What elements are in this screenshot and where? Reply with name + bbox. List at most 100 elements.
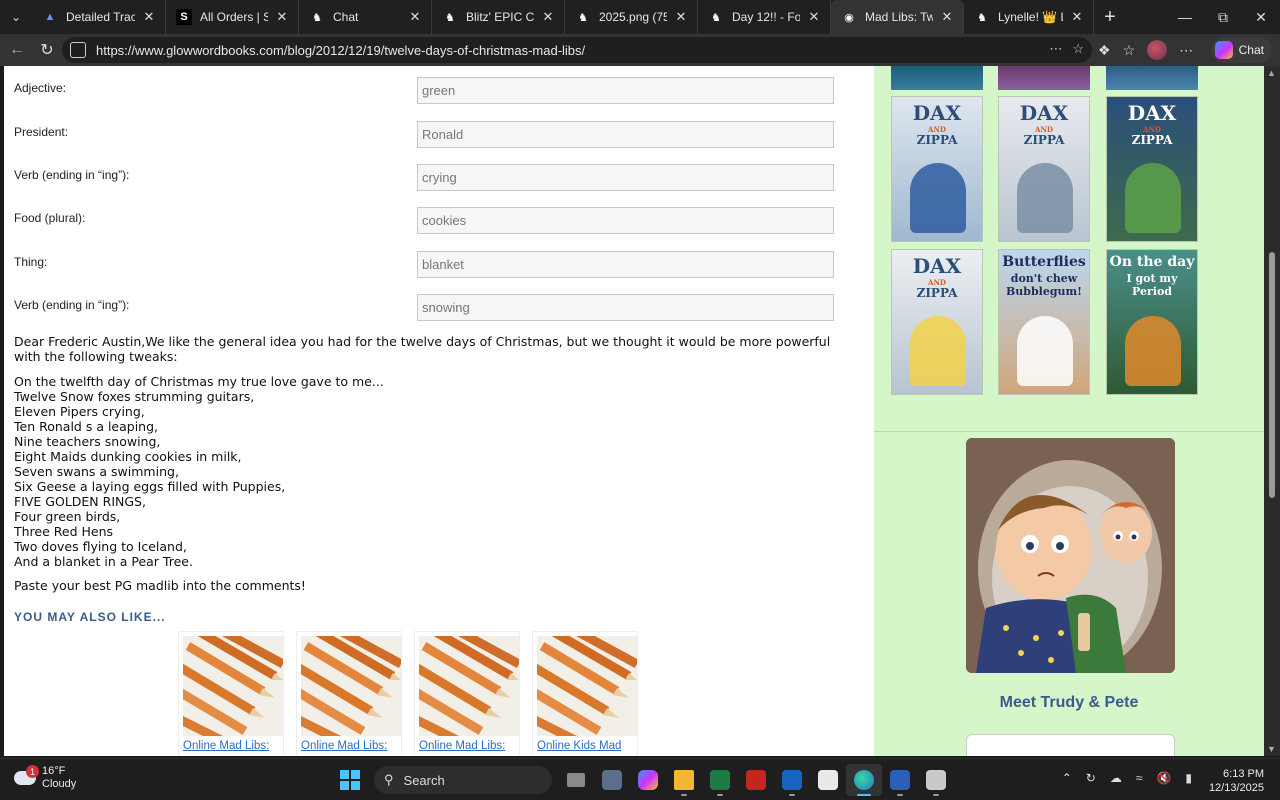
outlook-app[interactable] [774, 764, 810, 796]
copilot-app[interactable] [630, 764, 666, 796]
madlib-input[interactable] [417, 251, 834, 278]
close-tab-icon[interactable]: ✕ [274, 9, 290, 25]
profile-avatar[interactable] [1147, 40, 1168, 60]
close-tab-icon[interactable]: ✕ [407, 9, 423, 25]
pencils-thumbnail[interactable] [419, 636, 519, 736]
close-window-button[interactable]: ✕ [1242, 0, 1280, 34]
site-info-icon[interactable] [70, 42, 86, 58]
poem-line: And a blanket in a Pear Tree. [14, 554, 193, 569]
meet-trudy-pete-heading[interactable]: Meet Trudy & Pete [874, 694, 1264, 712]
favorite-star-icon[interactable]: ☆ [1072, 41, 1084, 57]
volume-muted-icon[interactable]: 🔇 [1156, 771, 1171, 785]
new-tab-button[interactable]: + [1094, 6, 1126, 29]
pencils-thumbnail[interactable] [301, 636, 401, 736]
browser-tab[interactable]: ♞ Blitz' EPIC Christma ✕ [432, 0, 565, 34]
related-post-link[interactable]: Online Mad Libs: [183, 740, 279, 752]
book-cover[interactable]: Butterflies don't chew Bubblegum! [998, 249, 1090, 395]
copilot-app-icon [638, 770, 658, 790]
store-app[interactable] [810, 764, 846, 796]
copilot-icon [1214, 41, 1233, 59]
browser-tab[interactable]: ▲ Detailed Tracking ✕ [32, 0, 166, 34]
word-app[interactable] [882, 764, 918, 796]
settings-more-icon[interactable]: ⋯ [1179, 42, 1193, 59]
back-button[interactable]: ← [2, 35, 32, 65]
related-post-card[interactable]: Online Mad Libs: [178, 631, 284, 756]
photos-app[interactable] [918, 764, 954, 796]
pencils-thumbnail[interactable] [537, 636, 637, 736]
close-tab-icon[interactable]: ✕ [540, 9, 556, 25]
scrollbar-thumb[interactable] [1269, 252, 1275, 498]
book-cover-partial[interactable] [891, 66, 983, 90]
book-cover[interactable]: DAX AND ZIPPA [891, 249, 983, 395]
horse-icon: ♞ [578, 11, 588, 24]
madlib-input[interactable] [417, 294, 834, 321]
close-tab-icon[interactable]: ✕ [673, 9, 689, 25]
system-clock[interactable]: 6:13 PM 12/13/2025 [1209, 767, 1264, 795]
restore-button[interactable]: ⧉ [1204, 0, 1242, 34]
trudy-and-pete-illustration[interactable] [966, 438, 1175, 673]
madlib-input[interactable] [417, 121, 834, 148]
browser-tab[interactable]: ♞ 2025.png (758×810 ✕ [565, 0, 698, 34]
madlib-field-label: Verb (ending in “ing”): [14, 298, 130, 312]
browser-tab[interactable]: S All Orders | SHEIN ✕ [166, 0, 299, 34]
browser-tab[interactable]: ◉ Mad Libs: Twelve Da ✕ [831, 0, 964, 34]
madlib-input[interactable] [417, 207, 834, 234]
tab-actions-menu-button[interactable]: ⌄ [0, 0, 32, 34]
madlib-input[interactable] [417, 164, 834, 191]
sync-icon[interactable]: ↻ [1086, 771, 1096, 785]
refresh-button[interactable]: ↻ [32, 35, 62, 65]
related-post-card[interactable]: Online Mad Libs: [414, 631, 520, 756]
sidebar-image-partial[interactable] [966, 734, 1175, 756]
book-cover[interactable]: On the day I got my Period [1106, 249, 1198, 395]
poem-line: Six Geese a laying eggs filled with Pupp… [14, 479, 286, 494]
related-post-link[interactable]: Online Mad Libs: [301, 740, 397, 752]
cloud-icon[interactable]: ☁ [1110, 771, 1122, 785]
acrobat-app[interactable] [738, 764, 774, 796]
browser-tab[interactable]: ♞ Day 12!! - Forum To ✕ [698, 0, 831, 34]
book-cover[interactable]: DAX AND ZIPPA [891, 96, 983, 242]
file-explorer-app[interactable] [666, 764, 702, 796]
favorites-icon[interactable]: ☆ [1123, 42, 1136, 59]
close-tab-icon[interactable]: ✕ [1069, 9, 1085, 25]
close-tab-icon[interactable]: ✕ [806, 9, 822, 25]
book-cover[interactable]: DAX AND ZIPPA [1106, 96, 1198, 242]
minimize-button[interactable]: — [1166, 0, 1204, 34]
taskbar-search-box[interactable]: ⚲ Search [374, 766, 552, 794]
related-post-card[interactable]: Online Mad Libs: [296, 631, 402, 756]
browser-tab[interactable]: ♞ Lynelle! 👑 Limited ✕ [964, 0, 1094, 34]
show-hidden-icons-chevron-icon[interactable]: ⌃ [1062, 771, 1072, 785]
start-button[interactable] [332, 764, 368, 796]
pencils-thumbnail[interactable] [183, 636, 283, 736]
close-tab-icon[interactable]: ✕ [939, 9, 955, 25]
related-post-link[interactable]: Online Mad Libs: [419, 740, 515, 752]
copilot-chat-button[interactable]: Chat [1210, 37, 1272, 63]
clock-time: 6:13 PM [1223, 768, 1264, 780]
madlib-input[interactable] [417, 77, 834, 104]
battery-icon[interactable]: ▮ [1185, 771, 1192, 785]
address-bar[interactable]: https://www.glowwordbooks.com/blog/2012/… [62, 37, 1092, 63]
related-post-card[interactable]: Online Kids Mad [532, 631, 638, 756]
book-cover[interactable]: DAX AND ZIPPA [998, 96, 1090, 242]
book-cover-partial[interactable] [998, 66, 1090, 90]
excel-app[interactable] [702, 764, 738, 796]
task-view-button[interactable] [558, 764, 594, 796]
you-may-also-like-heading: YOU MAY ALSO LIKE... [14, 610, 166, 624]
calculator-app[interactable] [594, 764, 630, 796]
edge-app[interactable] [846, 764, 882, 796]
letter-paragraph: Dear Frederic Austin,We like the general… [14, 334, 831, 364]
close-tab-icon[interactable]: ✕ [141, 9, 157, 25]
browser-tab[interactable]: ♞ Chat ✕ [299, 0, 432, 34]
weather-widget[interactable]: 1 16°F Cloudy [14, 765, 76, 791]
page-scrollbar[interactable]: ▲ ▼ [1264, 66, 1280, 756]
scroll-down-arrow-icon[interactable]: ▼ [1267, 744, 1276, 754]
more-options-icon[interactable]: ⋯ [1049, 41, 1062, 57]
wifi-icon[interactable]: ≈ [1136, 771, 1143, 785]
book-illustration [1125, 316, 1181, 386]
book-cover-partial[interactable] [1106, 66, 1198, 90]
scroll-up-arrow-icon[interactable]: ▲ [1267, 68, 1276, 78]
extensions-icon[interactable]: ❖ [1098, 42, 1111, 59]
url-text[interactable]: https://www.glowwordbooks.com/blog/2012/… [96, 43, 585, 58]
rocket-icon: ▲ [44, 11, 56, 23]
related-posts: Online Mad Libs: Online Mad Libs: Online M… [178, 631, 638, 756]
related-post-link[interactable]: Online Kids Mad [537, 740, 633, 752]
